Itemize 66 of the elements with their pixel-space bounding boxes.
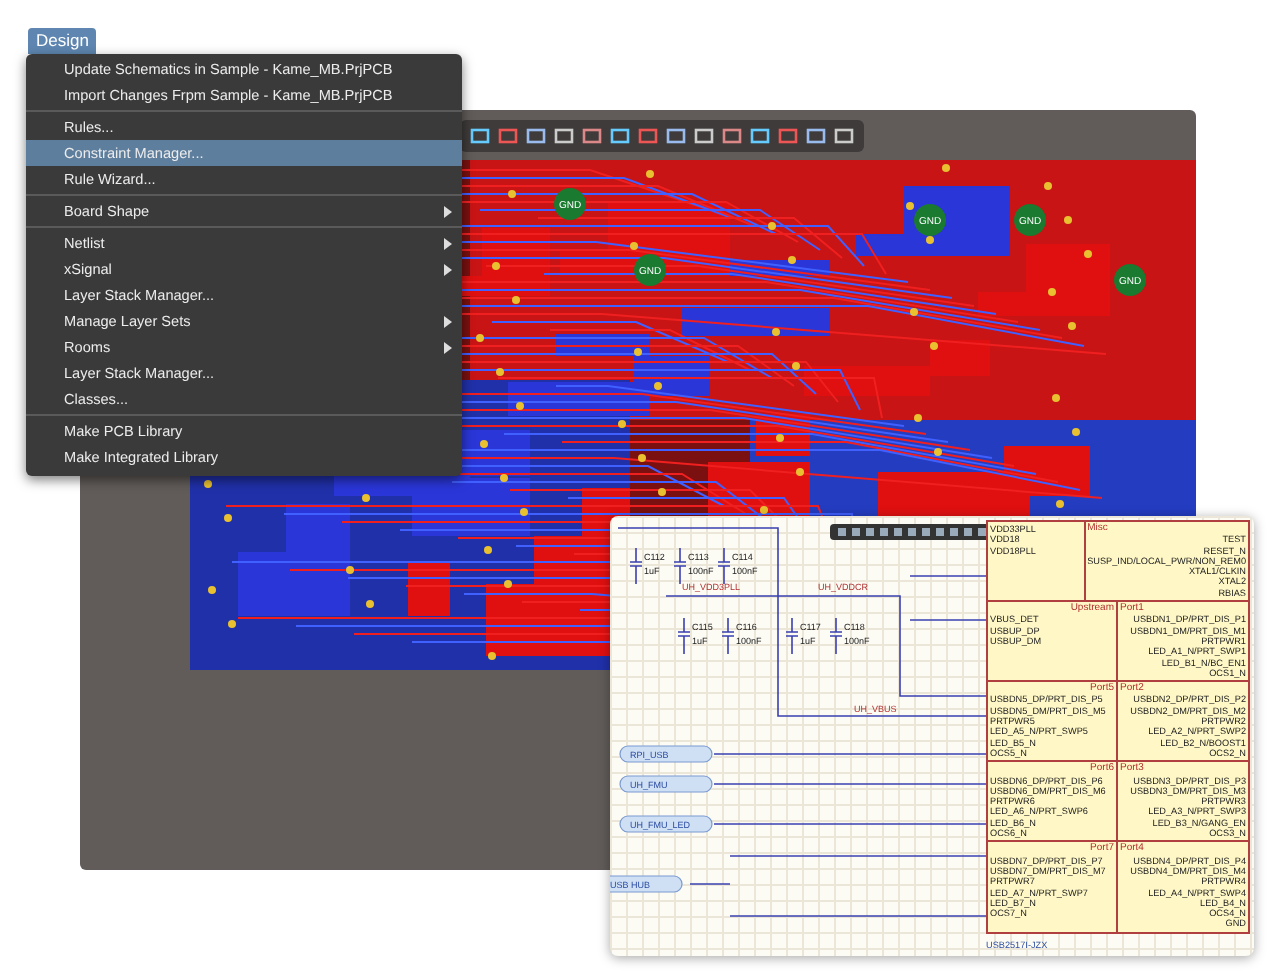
via xyxy=(1068,322,1076,330)
via xyxy=(1072,428,1080,436)
via xyxy=(496,368,504,376)
via xyxy=(638,454,646,462)
via xyxy=(942,164,950,172)
via xyxy=(488,652,496,660)
harness-connector xyxy=(619,815,713,833)
via xyxy=(346,566,354,574)
capacitor-symbol xyxy=(629,547,643,585)
via xyxy=(500,474,508,482)
via xyxy=(910,308,918,316)
harness-connector xyxy=(610,875,683,893)
capacitor-symbol xyxy=(785,617,799,655)
via xyxy=(658,488,666,496)
harness-connector xyxy=(619,775,713,793)
via xyxy=(930,342,938,350)
via xyxy=(1064,216,1072,224)
via xyxy=(1048,288,1056,296)
via xyxy=(906,202,914,210)
via xyxy=(618,420,626,428)
via xyxy=(492,262,500,270)
capacitor-symbol xyxy=(829,617,843,655)
submenu-arrow-icon xyxy=(444,316,452,328)
via xyxy=(504,580,512,588)
via xyxy=(768,222,776,230)
via xyxy=(646,170,654,178)
via xyxy=(512,296,520,304)
submenu-arrow-icon xyxy=(444,238,452,250)
via xyxy=(362,494,370,502)
via xyxy=(776,434,784,442)
via xyxy=(926,236,934,244)
capacitor-symbol xyxy=(717,547,731,585)
via xyxy=(224,514,232,522)
menu-title[interactable]: Design xyxy=(28,28,97,54)
via xyxy=(788,256,796,264)
via xyxy=(1052,394,1060,402)
via xyxy=(634,348,642,356)
via xyxy=(792,362,800,370)
via xyxy=(520,508,528,516)
capacitor-symbol xyxy=(721,617,735,655)
via xyxy=(366,600,374,608)
via xyxy=(772,328,780,336)
via xyxy=(204,480,212,488)
submenu-arrow-icon xyxy=(444,264,452,276)
submenu-arrow-icon xyxy=(444,342,452,354)
capacitor-symbol xyxy=(673,547,687,585)
via xyxy=(796,468,804,476)
via xyxy=(480,440,488,448)
via xyxy=(760,506,768,514)
via xyxy=(476,334,484,342)
via xyxy=(654,382,662,390)
via xyxy=(508,190,516,198)
capacitor-symbol xyxy=(677,617,691,655)
submenu-arrow-icon xyxy=(444,206,452,218)
wire xyxy=(689,883,731,885)
via xyxy=(914,414,922,422)
via xyxy=(228,620,236,628)
via xyxy=(630,242,638,250)
via xyxy=(484,546,492,554)
via xyxy=(934,448,942,456)
via xyxy=(1056,500,1064,508)
via xyxy=(208,586,216,594)
harness-connector xyxy=(619,745,713,763)
via xyxy=(516,402,524,410)
via xyxy=(1044,182,1052,190)
via xyxy=(1084,250,1092,258)
